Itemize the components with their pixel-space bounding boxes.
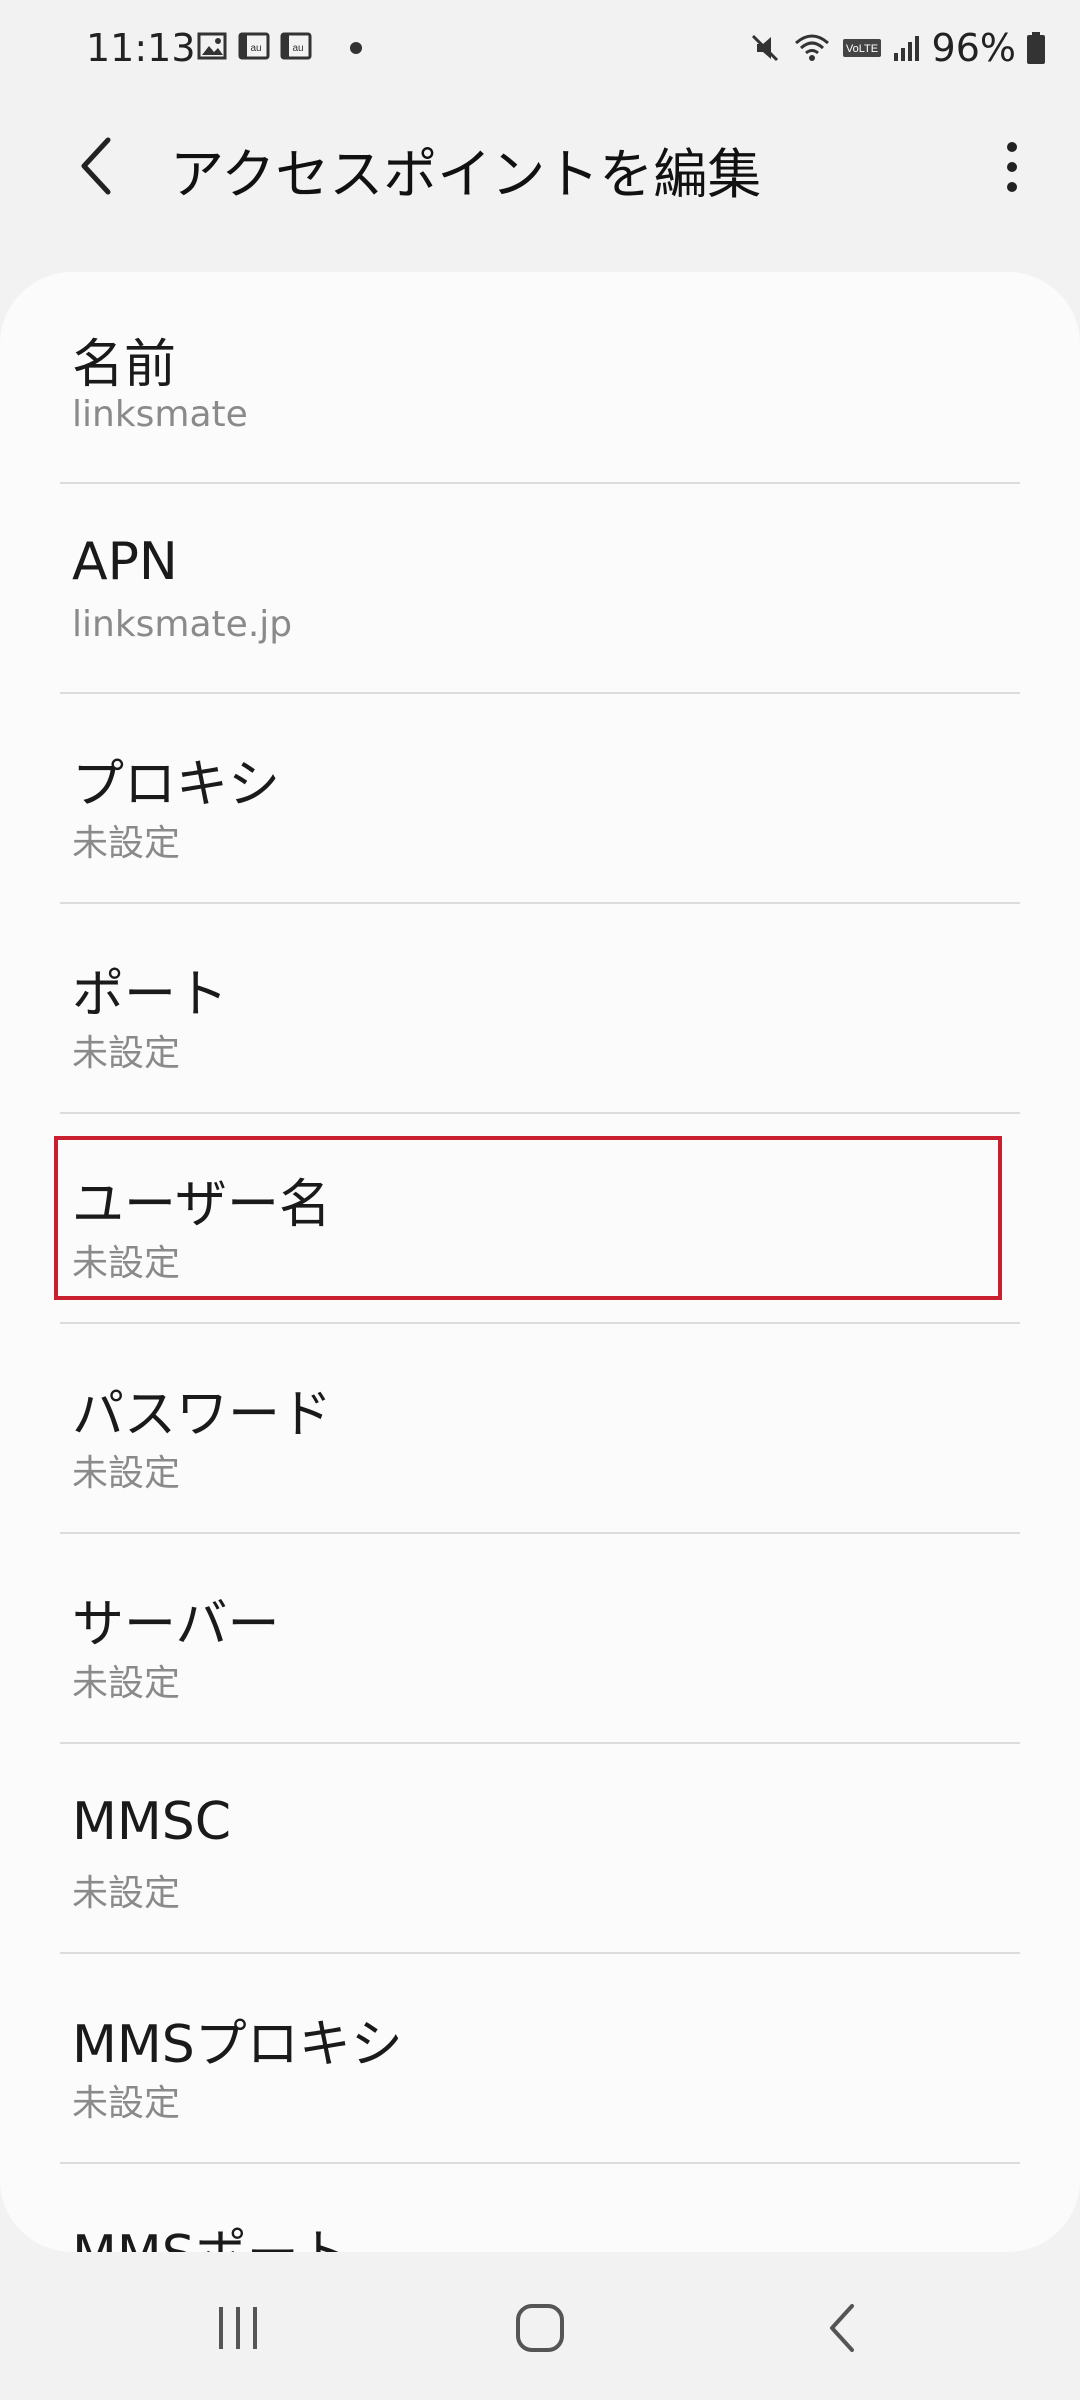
back-icon <box>830 2304 854 2352</box>
nav-back-button[interactable] <box>782 2278 902 2378</box>
battery-percent: 96% <box>931 26 1016 70</box>
setting-port[interactable]: ポート 未設定 <box>0 902 1080 1112</box>
setting-apn[interactable]: APN linksmate.jp <box>0 482 1080 692</box>
setting-label: MMSプロキシ <box>72 2015 403 2075</box>
au-icon: au <box>238 30 270 62</box>
setting-value: 未設定 <box>72 1453 181 1494</box>
svg-text:au: au <box>292 43 303 54</box>
setting-label: サーバー <box>72 1595 280 1655</box>
setting-mms-proxy[interactable]: MMSプロキシ 未設定 <box>0 1952 1080 2162</box>
navigation-bar <box>0 2256 1080 2400</box>
setting-value: 未設定 <box>72 1243 181 1284</box>
volte-icon: VoLTE <box>842 36 882 60</box>
setting-label: プロキシ <box>72 755 281 815</box>
setting-value: 未設定 <box>72 823 181 864</box>
system-status-icons: VoLTE 96% <box>748 26 1046 70</box>
setting-username[interactable]: ユーザー名 未設定 <box>0 1112 1080 1322</box>
setting-value: linksmate.jp <box>72 604 293 645</box>
setting-value: 未設定 <box>72 1663 181 1704</box>
setting-value: linksmate <box>72 394 248 435</box>
setting-label: APN <box>72 532 178 592</box>
page-title: アクセスポイントを編集 <box>170 143 762 206</box>
setting-name[interactable]: 名前 linksmate <box>0 272 1080 482</box>
setting-label: パスワード <box>72 1385 333 1445</box>
setting-label: MMSポート <box>72 2212 351 2252</box>
wifi-icon <box>792 31 832 65</box>
setting-value: 未設定 <box>72 1033 181 1074</box>
recent-apps-button[interactable] <box>178 2278 298 2378</box>
setting-label: ユーザー名 <box>72 1175 331 1235</box>
more-notifications-dot <box>350 42 362 54</box>
setting-label: 名前 <box>72 335 177 395</box>
svg-text:VoLTE: VoLTE <box>845 43 877 55</box>
battery-icon <box>1026 31 1046 65</box>
setting-server[interactable]: サーバー 未設定 <box>0 1532 1080 1742</box>
setting-label: MMSC <box>72 1792 232 1852</box>
back-button[interactable] <box>64 134 128 198</box>
notification-icons: au au <box>196 30 312 62</box>
status-bar: 11:13 au au VoLTE 96% <box>0 0 1080 100</box>
setting-label: ポート <box>72 965 229 1025</box>
status-time: 11:13 <box>86 26 196 70</box>
settings-card: 名前 linksmate APN linksmate.jp プロキシ 未設定 ポ… <box>0 272 1080 2252</box>
setting-mms-port[interactable]: MMSポート <box>0 2162 1080 2252</box>
back-arrow-icon <box>81 137 111 195</box>
image-icon <box>196 30 228 62</box>
setting-proxy[interactable]: プロキシ 未設定 <box>0 692 1080 902</box>
setting-password[interactable]: パスワード 未設定 <box>0 1322 1080 1532</box>
setting-value: 未設定 <box>72 2083 181 2124</box>
setting-value: 未設定 <box>72 1873 181 1914</box>
mute-icon <box>748 31 782 65</box>
more-vert-icon <box>1007 142 1017 192</box>
app-bar: アクセスポイントを編集 <box>0 118 1080 218</box>
setting-mmsc[interactable]: MMSC 未設定 <box>0 1742 1080 1952</box>
signal-icon <box>892 33 922 63</box>
au-icon: au <box>280 30 312 62</box>
recent-apps-icon <box>219 2307 257 2349</box>
home-button[interactable] <box>480 2278 600 2378</box>
svg-text:au: au <box>250 43 261 54</box>
more-options-button[interactable] <box>988 132 1036 202</box>
home-icon <box>516 2304 564 2352</box>
